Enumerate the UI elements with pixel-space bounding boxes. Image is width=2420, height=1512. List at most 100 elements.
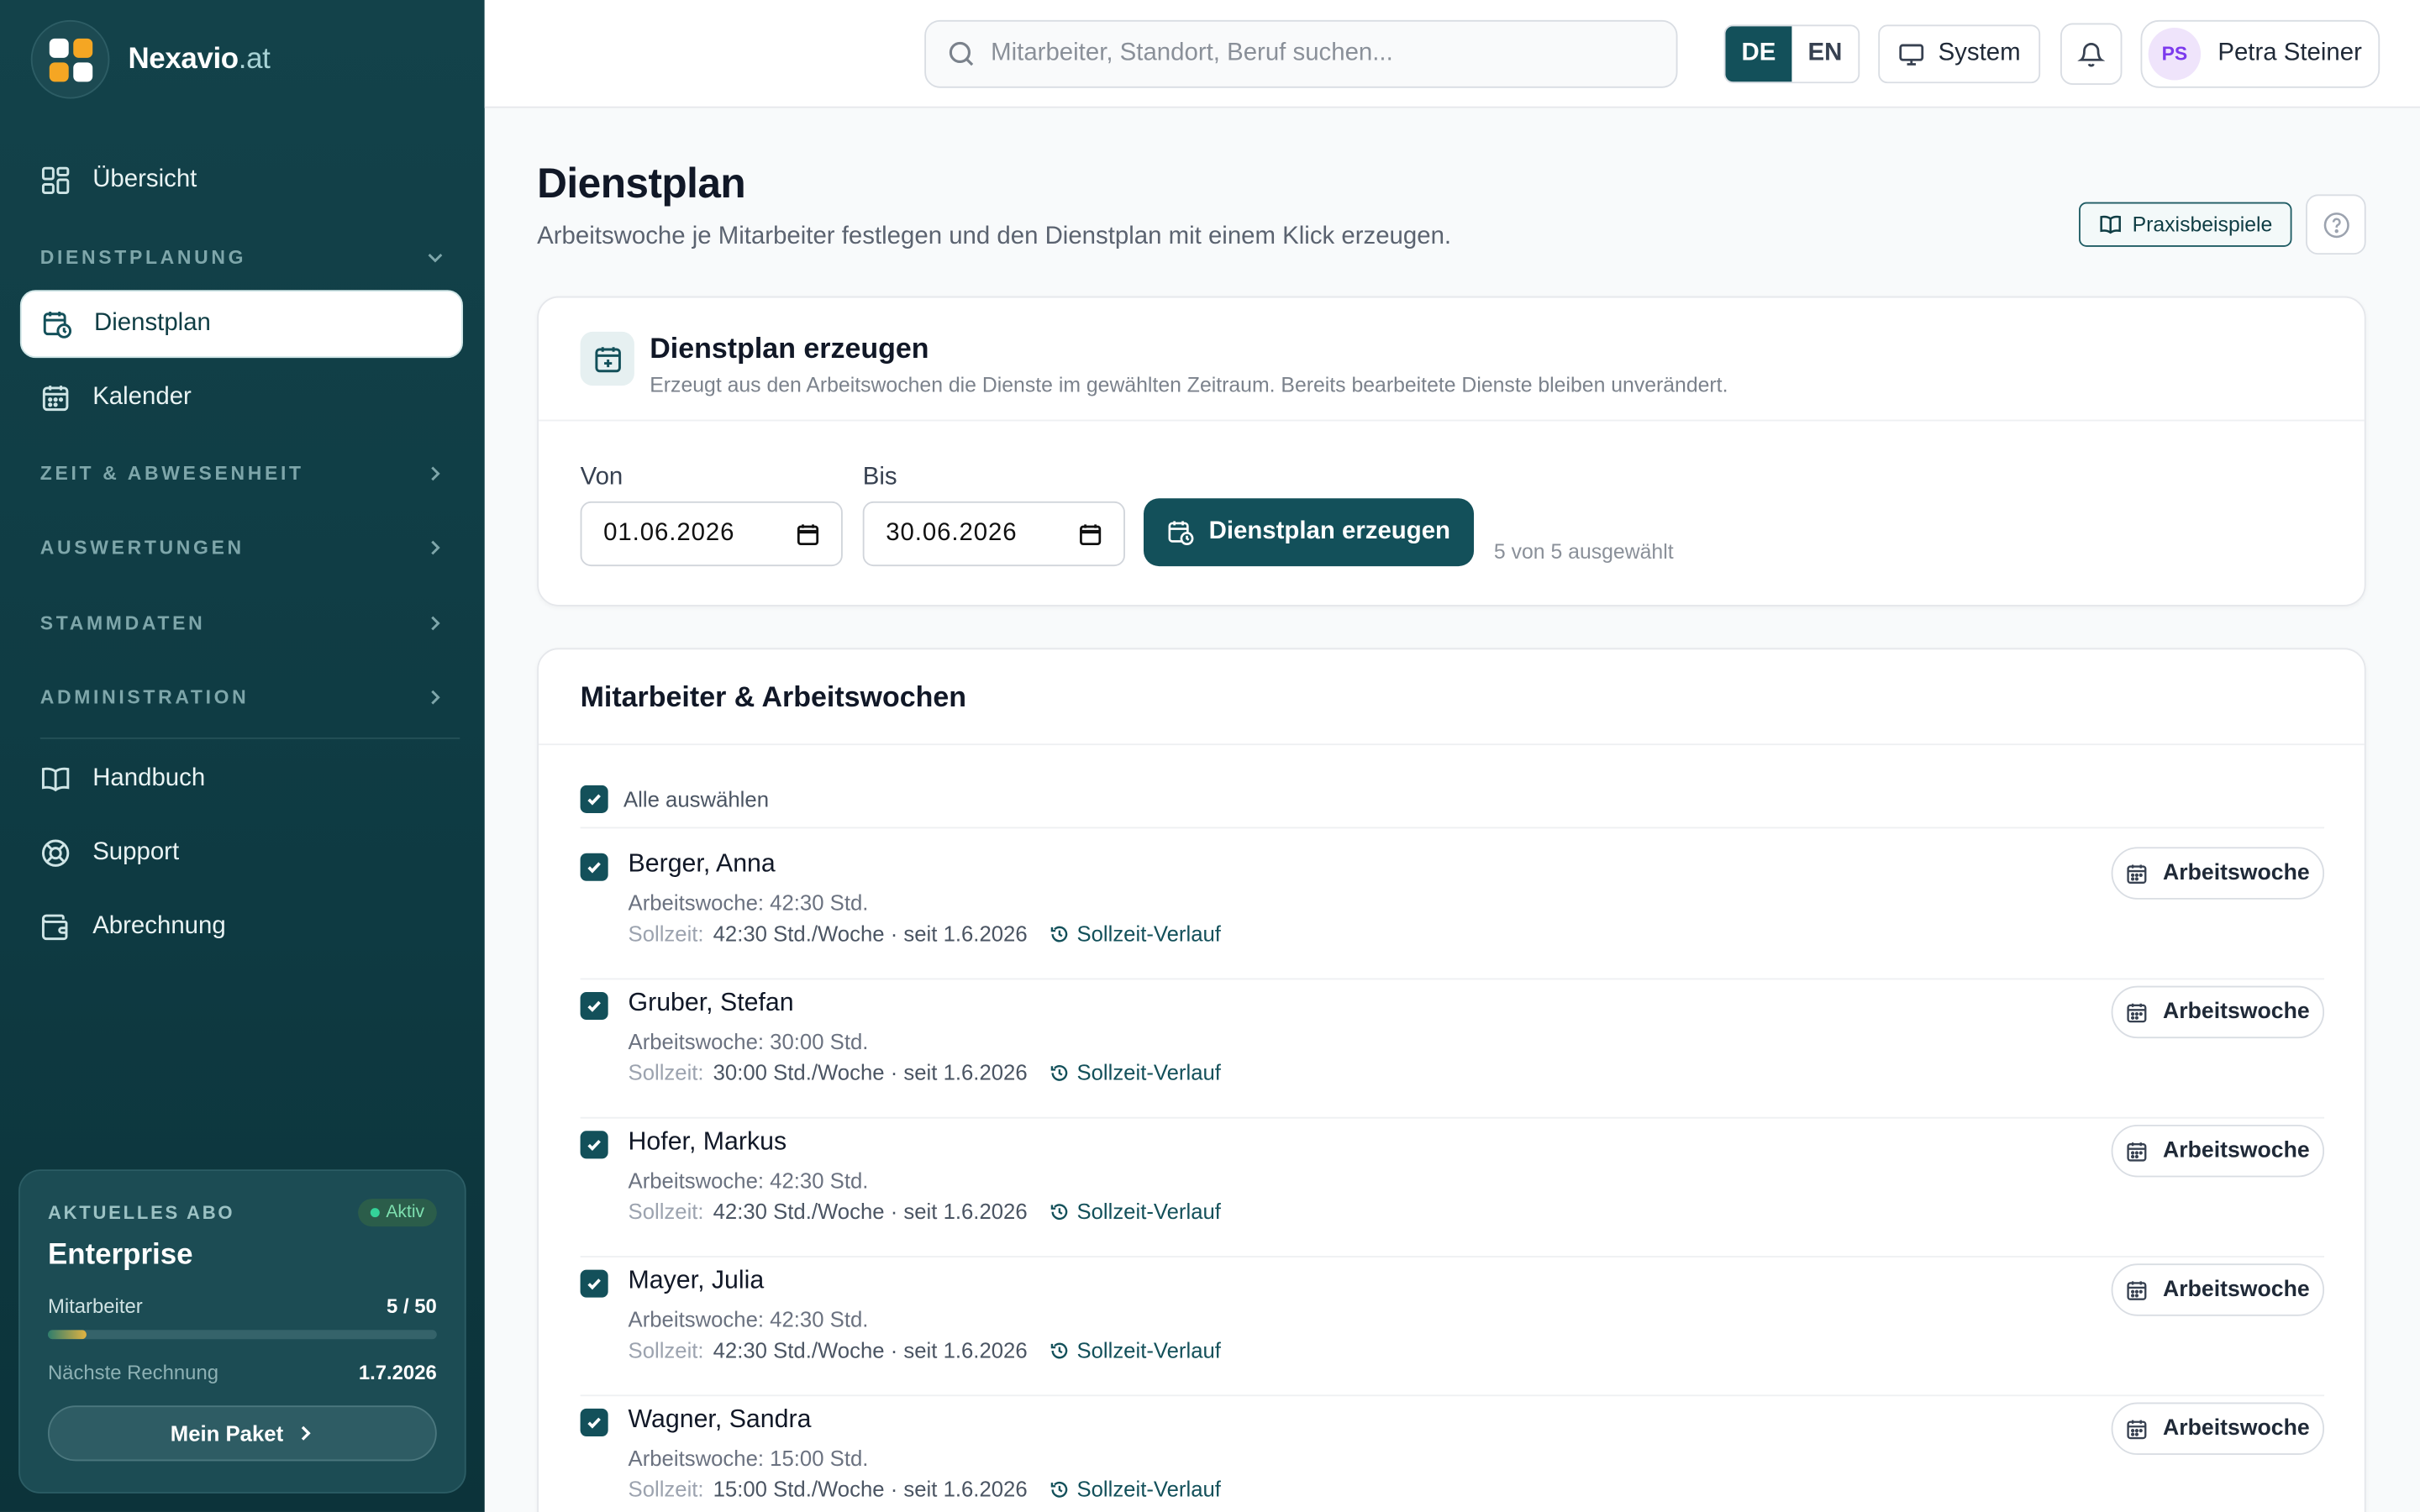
plan-name: Enterprise [47, 1238, 193, 1272]
employee-target-time: Sollzeit: 42:30 Std./Woche · seit 1.6.20… [629, 1337, 1221, 1362]
employee-checkbox[interactable] [580, 1131, 608, 1159]
target-history-link[interactable]: Sollzeit-Verlauf [1049, 1060, 1221, 1084]
history-icon [1050, 1064, 1067, 1080]
employee-workweek: Arbeitswoche: 15:00 Std. [628, 1445, 869, 1471]
history-icon [1050, 1341, 1067, 1358]
check-icon [587, 1000, 601, 1012]
brand[interactable]: Nexavio.at [30, 19, 271, 99]
section-stammdaten[interactable]: STAMMDATEN [40, 612, 445, 634]
lifebuoy-icon [41, 839, 70, 867]
history-link-label: Sollzeit-Verlauf [1076, 921, 1221, 946]
generate-description: Erzeugt aus den Arbeitswochen die Dienst… [650, 373, 1728, 397]
history-link-label: Sollzeit-Verlauf [1076, 1337, 1221, 1362]
my-package-button[interactable]: Mein Paket [47, 1405, 437, 1462]
target-history-link[interactable]: Sollzeit-Verlauf [1049, 1337, 1221, 1362]
target-time-label: Sollzeit: [628, 1199, 704, 1224]
user-menu[interactable]: PS Petra Steiner [2140, 19, 2381, 88]
employees-card: Mitarbeiter & Arbeitswochen Alle auswähl… [537, 648, 2366, 1512]
examples-label: Praxisbeispiele [2132, 213, 2273, 237]
section-administration[interactable]: ADMINISTRATION [40, 686, 445, 708]
notifications-button[interactable] [2060, 23, 2123, 86]
check-icon [587, 862, 601, 874]
sidebar-item-support[interactable]: Support [20, 819, 463, 887]
from-date-value: 01.06.2026 [603, 519, 735, 547]
sidebar-item-dienstplan[interactable]: Dienstplan [19, 290, 464, 359]
calendar-icon[interactable] [1079, 522, 1102, 546]
select-all-checkbox[interactable] [580, 785, 608, 813]
logo-icon [30, 19, 110, 99]
employee-row: Gruber, Stefan Arbeitswoche: 30:00 Std. … [580, 979, 2325, 1119]
workweek-button-label: Arbeitswoche [2163, 1000, 2310, 1025]
workweek-button[interactable]: Arbeitswoche [2111, 985, 2325, 1039]
employee-checkbox[interactable] [580, 1269, 608, 1298]
select-all[interactable]: Alle auswählen [580, 785, 769, 813]
target-history-link[interactable]: Sollzeit-Verlauf [1049, 1199, 1221, 1224]
chevron-right-icon [431, 466, 440, 481]
search-box[interactable] [924, 19, 1678, 88]
generate-schedule-button[interactable]: Dienstplan erzeugen [1143, 498, 1475, 567]
search-icon [949, 41, 974, 66]
lang-de-button[interactable]: DE [1725, 26, 1792, 82]
target-history-link[interactable]: Sollzeit-Verlauf [1049, 921, 1221, 946]
calendar-clock-icon [1168, 521, 1194, 546]
employee-checkbox[interactable] [580, 991, 608, 1021]
sidebar-item-handbuch[interactable]: Handbuch [20, 745, 463, 813]
to-date-input[interactable]: 30.06.2026 [862, 501, 1125, 567]
language-switch: DE EN [1723, 24, 1860, 84]
employee-checkbox[interactable] [580, 853, 608, 881]
calendar-icon [42, 386, 69, 412]
chevron-right-icon [431, 616, 440, 631]
sidebar-item-abrechnung[interactable]: Abrechnung [20, 893, 463, 961]
history-icon [1050, 1481, 1067, 1497]
employee-workweek: Arbeitswoche: 42:30 Std. [628, 1168, 869, 1193]
workweek-button-label: Arbeitswoche [2163, 1277, 2310, 1303]
sidebar-item-overview[interactable]: Übersicht [20, 146, 463, 214]
target-time-label: Sollzeit: [628, 1337, 704, 1362]
section-zeit-abwesenheit[interactable]: ZEIT & ABWESENHEIT [40, 463, 445, 485]
employee-name: Berger, Anna [628, 850, 776, 879]
history-link-label: Sollzeit-Verlauf [1076, 1059, 1221, 1085]
workweek-button[interactable]: Arbeitswoche [2111, 1402, 2325, 1456]
employee-name: Mayer, Julia [628, 1266, 765, 1294]
workweek-button[interactable]: Arbeitswoche [2111, 1263, 2325, 1316]
check-icon [587, 794, 601, 806]
calendar-icon [2128, 864, 2148, 884]
employee-checkbox[interactable] [580, 1408, 608, 1436]
target-time-value: 15:00 Std./Woche · seit 1.6.2026 [713, 1476, 1028, 1502]
calendar-icon[interactable] [797, 522, 820, 546]
workweek-button[interactable]: Arbeitswoche [2111, 1124, 2325, 1178]
target-history-link[interactable]: Sollzeit-Verlauf [1049, 1477, 1221, 1501]
section-auswertungen[interactable]: AUSWERTUNGEN [40, 537, 445, 559]
employee-name: Hofer, Markus [628, 1127, 787, 1156]
section-dienstplanung[interactable]: DIENSTPLANUNG [40, 247, 445, 269]
grid-icon [41, 166, 70, 195]
examples-button[interactable]: Praxisbeispiele [2079, 202, 2292, 247]
chevron-right-icon [431, 690, 440, 705]
book-icon [41, 767, 70, 792]
sidebar-item-kalender[interactable]: Kalender [20, 364, 463, 432]
topbar: DE EN System PS Petra Steiner [484, 0, 2420, 108]
target-time-label: Sollzeit: [628, 1059, 704, 1085]
employee-row: Hofer, Markus Arbeitswoche: 42:30 Std. S… [580, 1119, 2325, 1257]
book-icon [2099, 215, 2121, 234]
sidebar-item-label: Abrechnung [92, 913, 226, 940]
section-label: ZEIT & ABWESENHEIT [39, 463, 304, 485]
workweek-button[interactable]: Arbeitswoche [2111, 847, 2325, 900]
target-time-value: 42:30 Std./Woche · seit 1.6.2026 [713, 921, 1028, 946]
help-circle-icon [2323, 212, 2349, 238]
section-label: AUSWERTUNGEN [39, 537, 245, 559]
sidebar-item-label: Kalender [92, 384, 192, 411]
search-input[interactable] [991, 39, 1639, 68]
sidebar-item-label: Dienstplan [94, 310, 211, 337]
lang-en-button[interactable]: EN [1791, 26, 1858, 81]
chevron-down-icon [428, 254, 443, 263]
theme-button[interactable]: System [1878, 24, 2041, 84]
help-button[interactable] [2306, 194, 2366, 255]
to-date-value: 30.06.2026 [886, 519, 1018, 547]
usage-progress-bar [47, 1330, 437, 1340]
theme-label: System [1938, 39, 2021, 66]
employee-row: Wagner, Sandra Arbeitswoche: 15:00 Std. … [580, 1396, 2325, 1512]
from-date-input[interactable]: 01.06.2026 [580, 501, 843, 567]
employee-name: Wagner, Sandra [628, 1405, 812, 1434]
selection-count: 5 von 5 ausgewählt [1493, 539, 1674, 564]
